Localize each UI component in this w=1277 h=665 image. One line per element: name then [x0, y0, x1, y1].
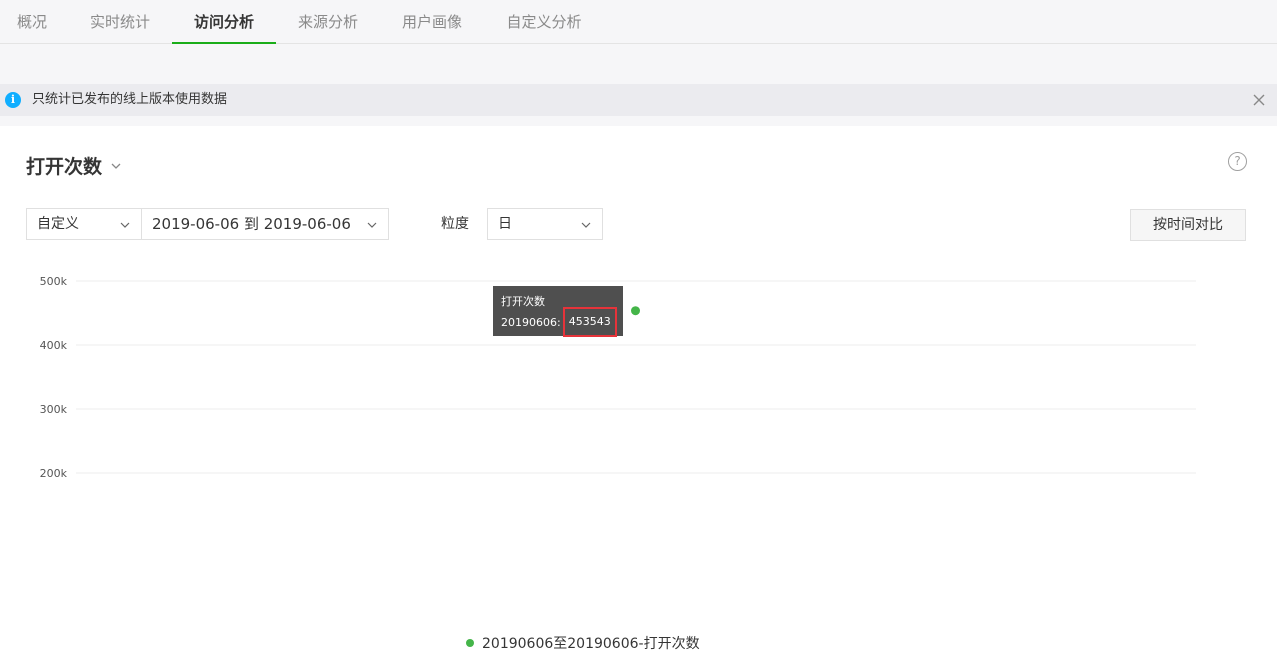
tooltip-separator: : — [557, 316, 561, 329]
close-icon[interactable] — [1251, 92, 1267, 108]
tab-user-profile[interactable]: 用户画像 — [380, 0, 484, 44]
tab-source-analysis[interactable]: 来源分析 — [276, 0, 380, 44]
tab-realtime[interactable]: 实时统计 — [68, 0, 172, 44]
y-tick-label: 200k — [40, 467, 68, 480]
data-point[interactable] — [631, 306, 640, 316]
chart-legend[interactable]: 20190606至20190606-打开次数 — [466, 633, 700, 653]
tooltip-date: 20190606 — [501, 316, 557, 329]
tooltip-value: 453543 — [562, 307, 617, 337]
y-tick-label: 400k — [40, 339, 68, 352]
notice-text: 只统计已发布的线上版本使用数据 — [32, 92, 228, 107]
y-tick-label: 300k — [40, 403, 68, 416]
tab-visit-analysis[interactable]: 访问分析 — [172, 0, 276, 44]
tab-overview[interactable]: 概况 — [0, 0, 64, 44]
notice-bar: i 只统计已发布的线上版本使用数据 — [0, 84, 1277, 116]
chart-tooltip: 打开次数 20190606: 453543 — [493, 286, 623, 338]
tooltip-row: 20190606: 453543 — [501, 307, 623, 338]
tab-custom-analysis[interactable]: 自定义分析 — [484, 0, 604, 44]
info-icon: i — [5, 92, 21, 108]
tab-bar: 概况 实时统计 访问分析 来源分析 用户画像 自定义分析 — [0, 0, 1277, 44]
legend-dot — [466, 639, 474, 647]
legend-label: 20190606至20190606-打开次数 — [482, 636, 700, 652]
y-tick-label: 500k — [40, 275, 68, 288]
line-chart: 0k100k200k300k400k500k20190606 — [40, 275, 1196, 480]
